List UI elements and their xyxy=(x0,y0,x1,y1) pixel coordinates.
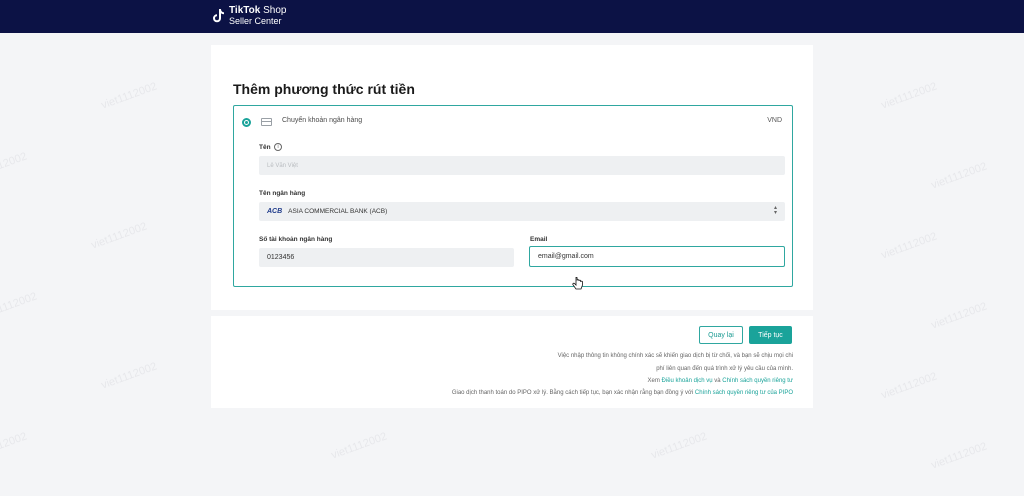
watermark: viet1112002 xyxy=(329,430,389,462)
legal-line-2: phí liên quan đến quá trình xử lý yêu cầ… xyxy=(656,366,793,372)
bank-transfer-method[interactable]: Chuyển khoản ngân hàng VND Tên i Lê Văn … xyxy=(233,105,793,287)
legal-line-4: Giao dịch thanh toán do PIPO xử lý. Bằng… xyxy=(452,390,793,396)
terms-of-service-link[interactable]: Điều khoản dịch vụ xyxy=(662,378,713,384)
account-number-field[interactable]: 0123456 xyxy=(259,248,514,267)
legal-text: Xem xyxy=(647,378,662,384)
watermark: viet1112002 xyxy=(929,160,989,192)
watermark: viet1112002 xyxy=(929,300,989,332)
watermark: viet1112002 xyxy=(89,220,149,252)
bank-select[interactable]: ACB ASIA COMMERCIAL BANK (ACB) ▴ ▾ xyxy=(259,202,785,221)
email-label: Email xyxy=(530,236,548,243)
brand-name-shop: Shop xyxy=(260,5,287,16)
watermark: viet1112002 xyxy=(0,150,29,182)
page-title: Thêm phương thức rút tiền xyxy=(233,81,415,97)
top-bar: TikTok Shop Seller Center xyxy=(0,0,1024,33)
brand-logo[interactable]: TikTok Shop Seller Center xyxy=(211,6,286,26)
name-field: Lê Văn Việt xyxy=(259,156,785,175)
bank-select-value: ASIA COMMERCIAL BANK (ACB) xyxy=(288,208,388,215)
acb-logo: ACB xyxy=(267,208,283,215)
watermark: viet1112002 xyxy=(929,440,989,472)
brand-text: TikTok Shop Seller Center xyxy=(229,5,287,27)
info-icon[interactable]: i xyxy=(274,143,282,151)
watermark: viet1112002 xyxy=(879,230,939,262)
legal-line-3: Xem Điều khoản dịch vụ và Chính sách quy… xyxy=(648,378,793,384)
brand-name: TikTok xyxy=(229,5,261,16)
bank-card-icon xyxy=(261,118,272,126)
legal-text: Giao dịch thanh toán do PIPO xử lý. Bằng… xyxy=(451,390,695,396)
watermark: viet1112002 xyxy=(99,360,159,392)
watermark: viet1112002 xyxy=(0,430,29,462)
pipo-privacy-link[interactable]: Chính sách quyền riêng tư của PIPO xyxy=(695,390,793,396)
method-radio[interactable] xyxy=(242,118,251,127)
watermark: viet1112002 xyxy=(879,370,939,402)
currency-label: VND xyxy=(767,117,782,124)
bank-name-label: Tên ngân hàng xyxy=(259,190,306,197)
action-footer: Quay lại Tiếp tục Việc nhập thông tin kh… xyxy=(211,316,813,408)
watermark: viet1112002 xyxy=(0,290,39,322)
method-label: Chuyển khoản ngân hàng xyxy=(282,117,363,124)
legal-line-1: Việc nhập thông tin không chính xác sẽ k… xyxy=(557,353,793,359)
account-number-label: Số tài khoản ngân hàng xyxy=(259,236,333,243)
watermark: viet1112002 xyxy=(879,80,939,112)
name-label: Tên xyxy=(259,144,271,151)
email-input[interactable]: email@gmail.com xyxy=(529,246,785,267)
watermark: viet1112002 xyxy=(99,80,159,112)
watermark: viet1112002 xyxy=(649,430,709,462)
privacy-policy-link[interactable]: Chính sách quyền riêng tư xyxy=(722,378,793,384)
tiktok-icon xyxy=(211,8,225,24)
select-arrows-icon: ▴ ▾ xyxy=(773,205,777,216)
brand-subtitle: Seller Center xyxy=(229,16,282,26)
back-button[interactable]: Quay lại xyxy=(699,326,743,344)
hand-cursor-icon xyxy=(572,276,584,296)
legal-text: và xyxy=(712,378,723,384)
continue-button[interactable]: Tiếp tục xyxy=(749,326,792,344)
withdrawal-form-card: Thêm phương thức rút tiền Chuyển khoản n… xyxy=(211,45,813,310)
